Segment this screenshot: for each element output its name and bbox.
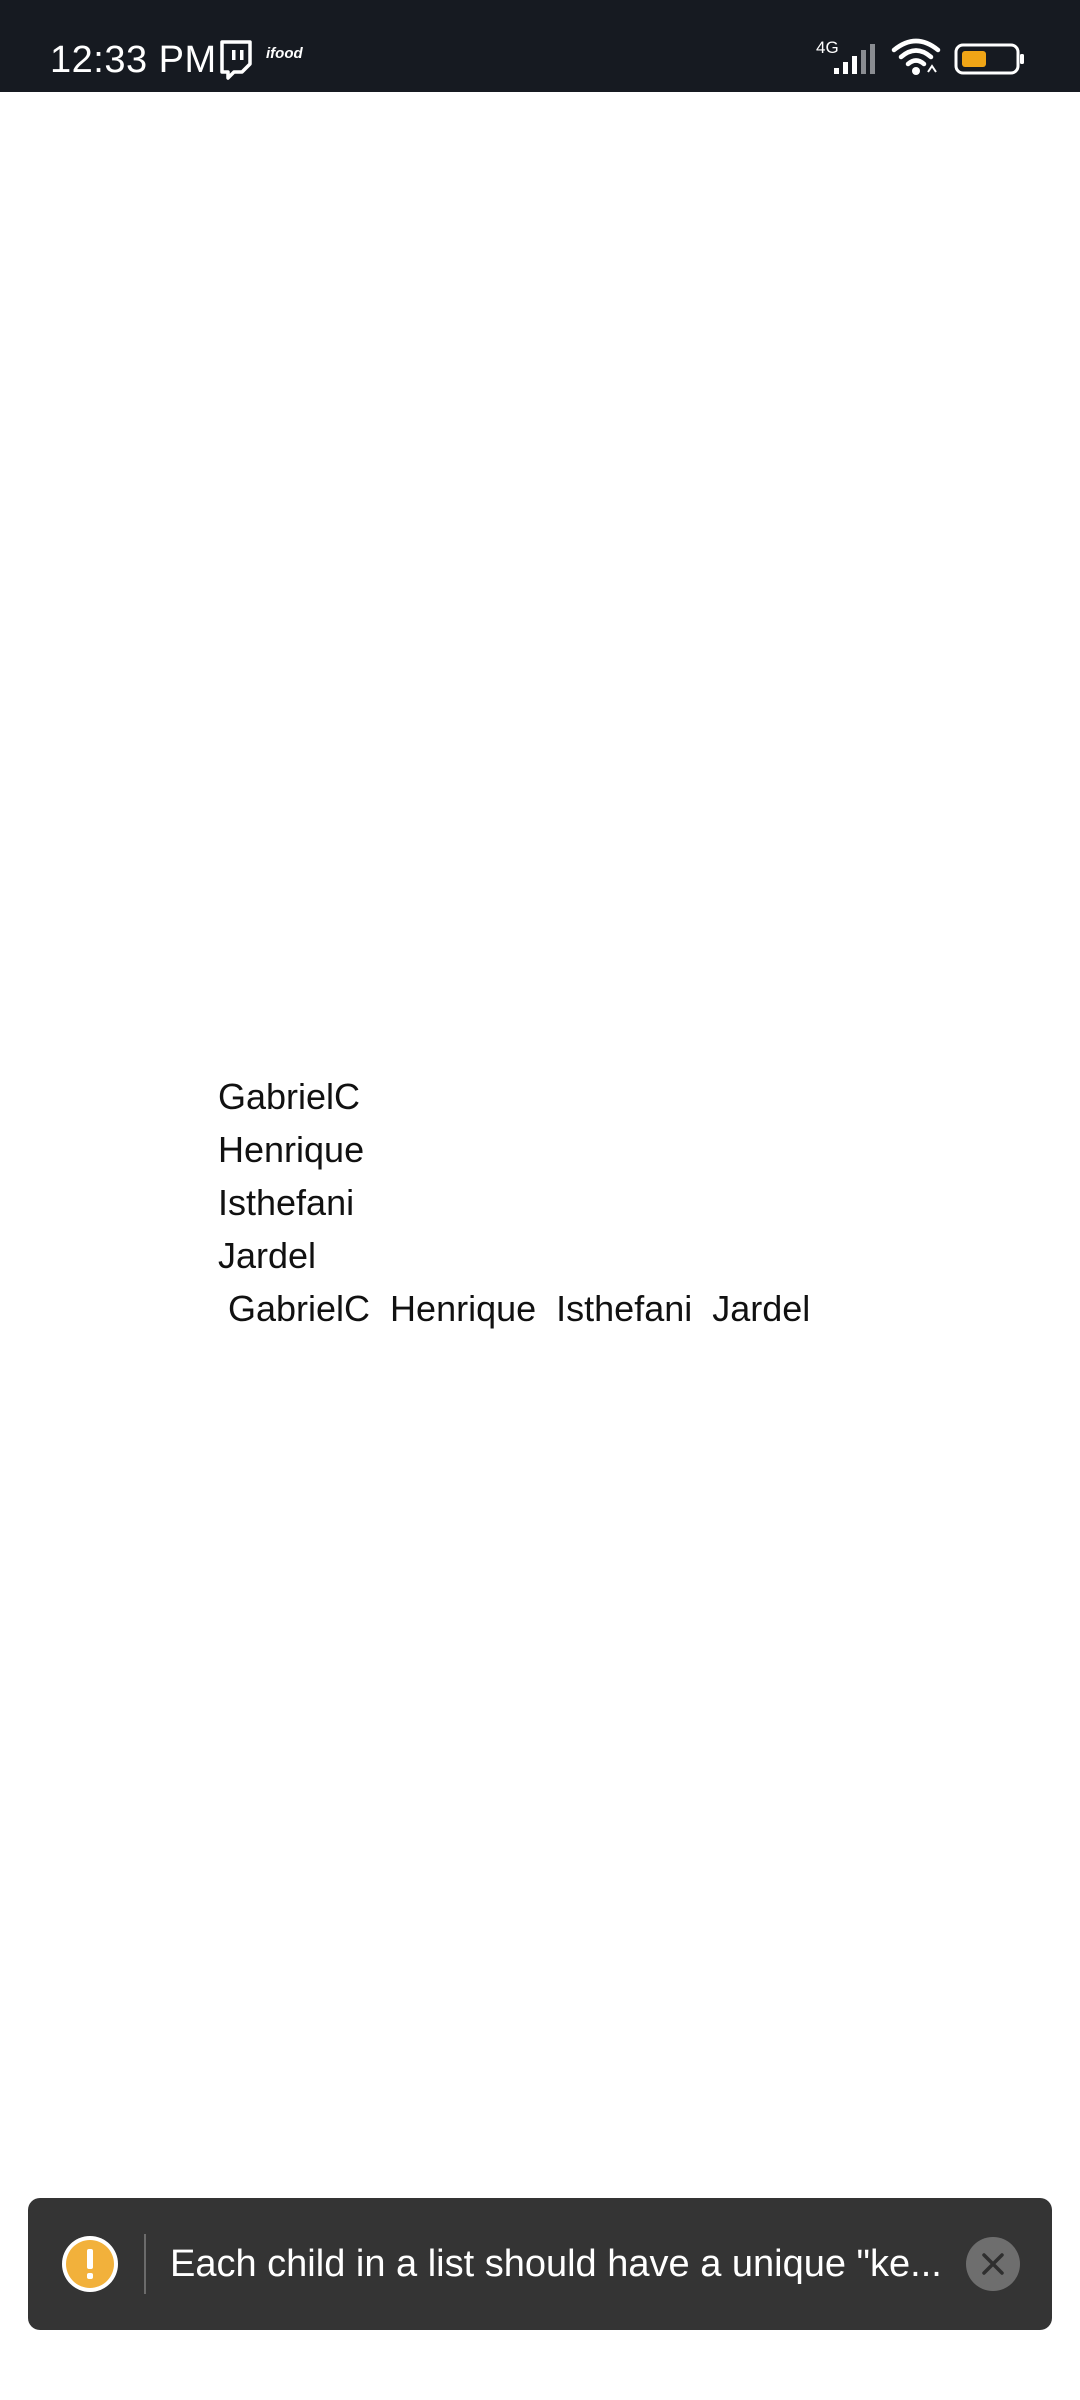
list-item: GabrielC [218, 1076, 361, 1117]
list-item: Jardel [218, 1235, 317, 1276]
main-content: GabrielC Henrique Isthefani Jardel Gabri… [218, 1070, 1018, 1335]
name-list: GabrielC Henrique Isthefani Jardel [218, 1070, 1018, 1282]
battery-icon [954, 43, 1024, 75]
toast-close-button[interactable] [966, 2237, 1020, 2291]
toast-message[interactable]: Each child in a list should have a uniqu… [170, 2238, 970, 2290]
list-item: Henrique [218, 1129, 365, 1170]
twitch-icon [220, 40, 252, 80]
ifood-icon: ifood [266, 46, 304, 72]
names-inline-row: GabrielC Henrique Isthefani Jardel [218, 1288, 811, 1329]
warning-icon [62, 2236, 118, 2292]
list-item: Isthefani [218, 1182, 355, 1223]
ifood-label: ifood [266, 45, 303, 62]
status-time: 12:33 PM [50, 39, 217, 81]
toast-divider [144, 2234, 146, 2294]
signal-icon [834, 44, 875, 74]
warning-toast[interactable]: Each child in a list should have a uniqu… [28, 2198, 1052, 2330]
status-bar: 12:33 PM ifood 4G [0, 0, 1080, 92]
close-icon [982, 2253, 1004, 2275]
wifi-icon [891, 38, 941, 75]
